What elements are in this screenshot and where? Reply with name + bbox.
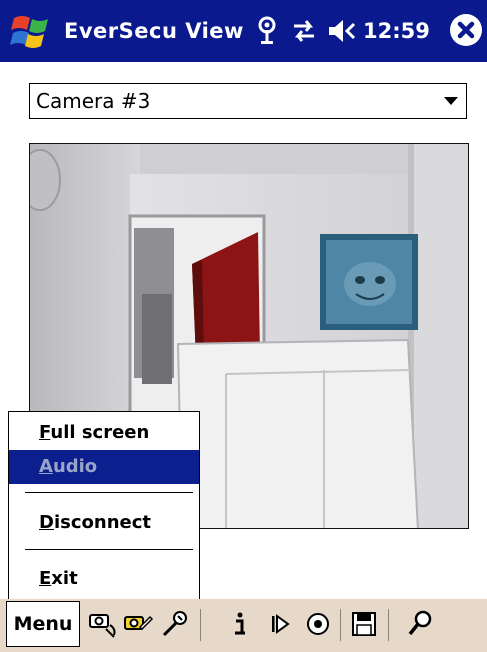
menu-item-accel: E (39, 568, 52, 589)
menu-item-accel: D (39, 512, 54, 533)
menu-item-full-screen[interactable]: Full screen (9, 416, 199, 450)
bottom-toolbar: Menu (0, 599, 487, 652)
camera-select[interactable]: Camera #3 (29, 83, 467, 119)
popup-menu: Full screen Audio Disconnect Exit (8, 411, 200, 607)
menu-separator (25, 549, 193, 550)
menu-item-label: ull screen (50, 422, 150, 443)
search-icon[interactable] (404, 607, 436, 641)
info-icon[interactable] (224, 607, 256, 641)
toolbar-separator (388, 609, 389, 641)
close-icon (457, 21, 475, 39)
antenna-icon[interactable] (256, 16, 278, 46)
menu-button[interactable]: Menu (6, 601, 80, 647)
play-icon[interactable] (264, 607, 296, 641)
menu-item-accel: A (39, 456, 53, 477)
save-icon[interactable] (348, 607, 380, 641)
record-icon[interactable] (302, 607, 334, 641)
speaker-icon[interactable] (326, 16, 358, 46)
app-title: EverSecu View (64, 19, 244, 43)
menu-item-label: udio (52, 456, 98, 477)
menu-item-label: isconnect (53, 512, 151, 533)
close-button[interactable] (450, 14, 482, 46)
menu-item-accel: F (39, 422, 51, 443)
menu-item-exit[interactable]: Exit (9, 562, 199, 596)
menu-separator (25, 492, 193, 493)
connectivity-icon[interactable] (290, 16, 318, 46)
chevron-down-icon[interactable] (444, 97, 458, 105)
toolbar-separator (340, 609, 341, 641)
menu-item-disconnect[interactable]: Disconnect (9, 506, 199, 540)
menu-item-label: xit (51, 568, 78, 589)
windows-start-icon[interactable] (10, 12, 54, 50)
menu-item-audio[interactable]: Audio (9, 450, 199, 484)
camera-settings-icon[interactable] (122, 607, 154, 641)
clock[interactable]: 12:59 (363, 0, 430, 62)
camera-select-value: Camera #3 (36, 89, 151, 113)
tools-icon[interactable] (158, 607, 190, 641)
camera-connect-icon[interactable] (86, 607, 118, 641)
title-bar: EverSecu View 12:59 (0, 0, 487, 62)
toolbar-separator (200, 609, 201, 641)
